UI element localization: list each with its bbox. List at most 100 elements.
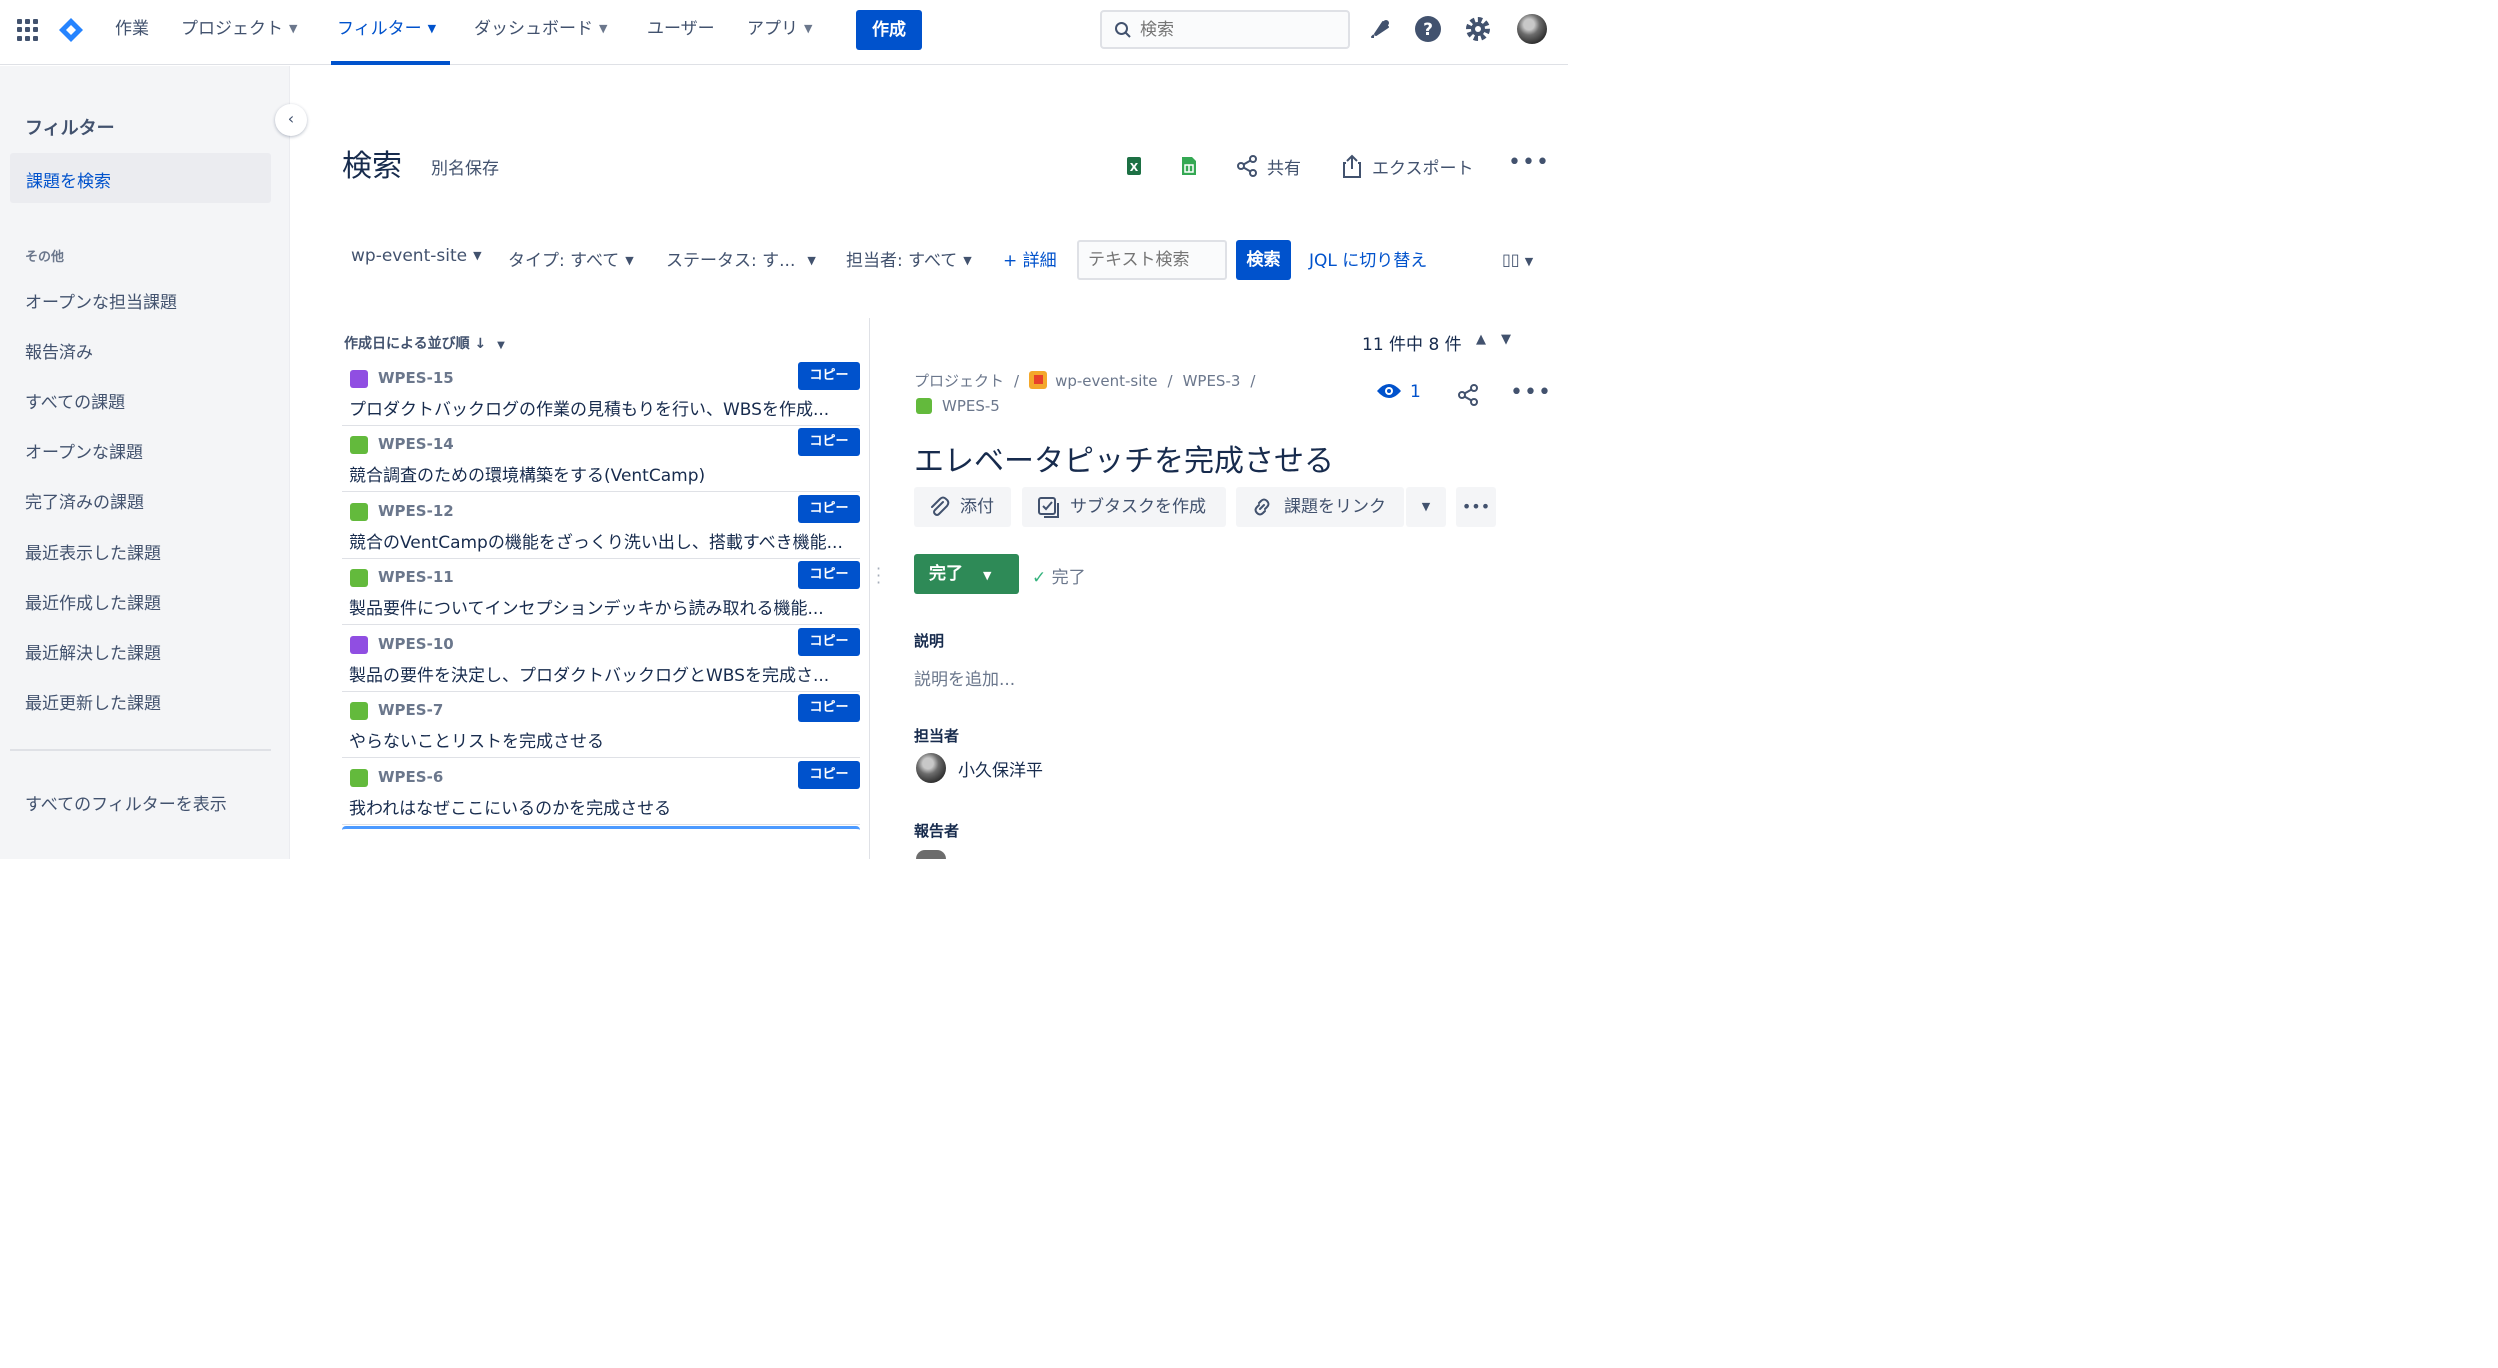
issue-key: WPES-7	[378, 701, 444, 719]
settings-icon[interactable]	[1464, 15, 1492, 43]
breadcrumb-projects[interactable]: プロジェクト	[914, 372, 1004, 390]
export-icon	[1343, 154, 1361, 178]
share-icon[interactable]	[1456, 383, 1480, 407]
issue-list-panel: 作成日による並び順 ↓ ▼ WPES-15 プロダクトバックログの作業の見積もり…	[340, 318, 870, 859]
sidebar-section-other: その他	[25, 250, 65, 265]
issue-row[interactable]: WPES-7 やらないことリストを完成させる コピー	[342, 692, 860, 758]
filter-more[interactable]: + 詳細	[1003, 246, 1057, 271]
chevron-left-icon: ‹	[287, 109, 295, 128]
sidebar: フィルター 課題を検索 その他 オープンな担当課題 報告済み すべての課題 オー…	[0, 66, 290, 859]
text-search-field[interactable]	[1077, 240, 1227, 280]
nav-projects[interactable]: プロジェクト ▼	[181, 0, 297, 65]
text-search-input[interactable]	[1088, 250, 1218, 270]
export-button[interactable]: エクスポート	[1340, 152, 1474, 180]
sidebar-item-created-recently[interactable]: 最近作成した課題	[25, 589, 161, 614]
previous-issue-icon[interactable]: ▲	[1476, 332, 1486, 347]
issue-detail-panel: 11 件中 8 件 ▲ ▼ プロジェクト / wp-event-site / WPES-…	[914, 318, 1554, 859]
breadcrumb-issue[interactable]: WPES-5	[916, 397, 1000, 415]
more-actions-icon[interactable]: •••	[1456, 487, 1496, 527]
filter-status[interactable]: ステータス: す... ▼	[666, 246, 816, 271]
global-search[interactable]	[1100, 10, 1350, 49]
panel-resize-handle[interactable]: · · ·	[876, 561, 881, 591]
notifications-icon[interactable]	[1366, 15, 1394, 43]
copy-button[interactable]: コピー	[798, 628, 860, 656]
sidebar-item-done-issues[interactable]: 完了済みの課題	[25, 488, 144, 513]
active-nav-indicator	[331, 61, 450, 65]
copy-button[interactable]: コピー	[798, 761, 860, 789]
link-icon	[1254, 498, 1270, 516]
issue-summary: 製品の要件を決定し、プロダクトバックログとWBSを完成さ...	[349, 666, 830, 686]
chevron-down-icon: ▼	[427, 22, 437, 35]
excel-icon[interactable]: X	[1125, 156, 1143, 176]
breadcrumb-parent[interactable]: WPES-3	[1183, 372, 1241, 390]
create-button[interactable]: 作成	[856, 10, 922, 50]
issue-row[interactable]: WPES-14 競合調査のための環境構築をする(VentCamp) コピー	[342, 426, 860, 492]
sidebar-collapse-button[interactable]: ‹	[275, 104, 307, 136]
copy-button[interactable]: コピー	[798, 561, 860, 589]
issue-row[interactable]: WPES-12 競合のVentCampの機能をざっくり洗い出し、搭載すべき機能.…	[342, 493, 860, 559]
jira-logo-icon[interactable]	[58, 17, 84, 43]
sidebar-item-viewed-recently[interactable]: 最近表示した課題	[25, 539, 161, 564]
nav-apps[interactable]: アプリ ▼	[747, 0, 812, 65]
issue-key: WPES-10	[378, 635, 454, 653]
nav-filters[interactable]: フィルター ▼	[337, 0, 436, 65]
selected-issue-row[interactable]	[342, 826, 860, 859]
issue-row[interactable]: WPES-10 製品の要件を決定し、プロダクトバックログとWBSを完成さ... …	[342, 626, 860, 692]
sidebar-view-all-filters[interactable]: すべてのフィルターを表示	[25, 790, 227, 815]
nav-work[interactable]: 作業	[115, 0, 149, 65]
issue-row[interactable]: WPES-15 プロダクトバックログの作業の見積もりを行い、WBSを作成... …	[342, 360, 860, 426]
layout-switcher-icon[interactable]: ▯▯ ▼	[1502, 250, 1533, 269]
sidebar-item-all-issues[interactable]: すべての課題	[25, 388, 125, 413]
user-avatar[interactable]	[1517, 14, 1547, 44]
filter-project[interactable]: wp-event-site ▼	[351, 246, 482, 266]
help-icon[interactable]: ?	[1414, 15, 1442, 43]
more-actions-icon[interactable]: •••	[1508, 150, 1550, 175]
sidebar-item-updated-recently[interactable]: 最近更新した課題	[25, 689, 161, 714]
sidebar-item-open-issues[interactable]: オープンな課題	[25, 438, 143, 463]
issue-key: WPES-14	[378, 435, 454, 453]
copy-button[interactable]: コピー	[798, 495, 860, 523]
issue-row[interactable]: WPES-6 我われはなぜここにいるのかを完成させる コピー	[342, 759, 860, 825]
assignee-field[interactable]: 小久保洋平	[916, 752, 1043, 784]
copy-button[interactable]: コピー	[798, 362, 860, 390]
filter-type[interactable]: タイプ: すべて ▼	[508, 246, 634, 271]
filter-assignee[interactable]: 担当者: すべて ▼	[846, 246, 972, 271]
sidebar-item-resolved-recently[interactable]: 最近解決した課題	[25, 639, 161, 664]
app-switcher-icon[interactable]	[17, 19, 39, 41]
copy-button[interactable]: コピー	[798, 428, 860, 456]
description-field[interactable]: 説明を追加...	[914, 665, 1015, 690]
arrow-down-icon: ↓	[474, 336, 487, 352]
sort-order-button[interactable]: 作成日による並び順 ↓ ▼	[344, 333, 505, 353]
watch-button[interactable]: 1	[1376, 382, 1421, 402]
issue-summary: 競合調査のための環境構築をする(VentCamp)	[349, 466, 706, 486]
save-as-button[interactable]: 別名保存	[431, 154, 499, 179]
subtask-icon	[1038, 497, 1059, 518]
copy-button[interactable]: コピー	[798, 694, 860, 722]
link-issue-button[interactable]: 課題をリンク	[1236, 487, 1404, 527]
sidebar-item-reported[interactable]: 報告済み	[25, 338, 93, 363]
sidebar-item-search-issues[interactable]: 課題を検索	[10, 153, 271, 203]
avatar[interactable]	[916, 850, 946, 859]
story-icon	[350, 702, 368, 720]
search-button[interactable]: 検索	[1236, 240, 1291, 280]
more-actions-icon[interactable]: •••	[1510, 380, 1552, 405]
attach-button[interactable]: 添付	[914, 487, 1011, 527]
nav-dashboards[interactable]: ダッシュボード ▼	[474, 0, 607, 65]
top-navigation: 作業 プロジェクト ▼ フィルター ▼ ダッシュボード ▼ ユーザー アプリ ▼ 作成 …	[0, 0, 1568, 65]
story-icon	[350, 503, 368, 521]
switch-to-jql-link[interactable]: JQL に切り替え	[1309, 246, 1427, 271]
breadcrumb-project[interactable]: wp-event-site	[1055, 372, 1157, 390]
create-subtask-button[interactable]: サブタスクを作成	[1022, 487, 1226, 527]
sidebar-item-my-open-issues[interactable]: オープンな担当課題	[25, 288, 177, 313]
nav-people[interactable]: ユーザー	[647, 0, 715, 65]
epic-icon	[350, 370, 368, 388]
link-issue-dropdown[interactable]: ▼	[1406, 487, 1446, 527]
issue-row[interactable]: WPES-11 製品要件についてインセプションデッキから読み取れる機能... コ…	[342, 559, 860, 625]
share-button[interactable]: 共有	[1235, 152, 1301, 180]
chevron-down-icon: ▼	[289, 22, 298, 35]
google-sheets-icon[interactable]	[1180, 156, 1198, 176]
issue-title[interactable]: エレベータピッチを完成させる	[914, 436, 1334, 480]
next-issue-icon[interactable]: ▼	[1501, 332, 1511, 347]
global-search-input[interactable]	[1140, 18, 1340, 42]
status-button[interactable]: 完了 ▼	[914, 554, 1019, 594]
